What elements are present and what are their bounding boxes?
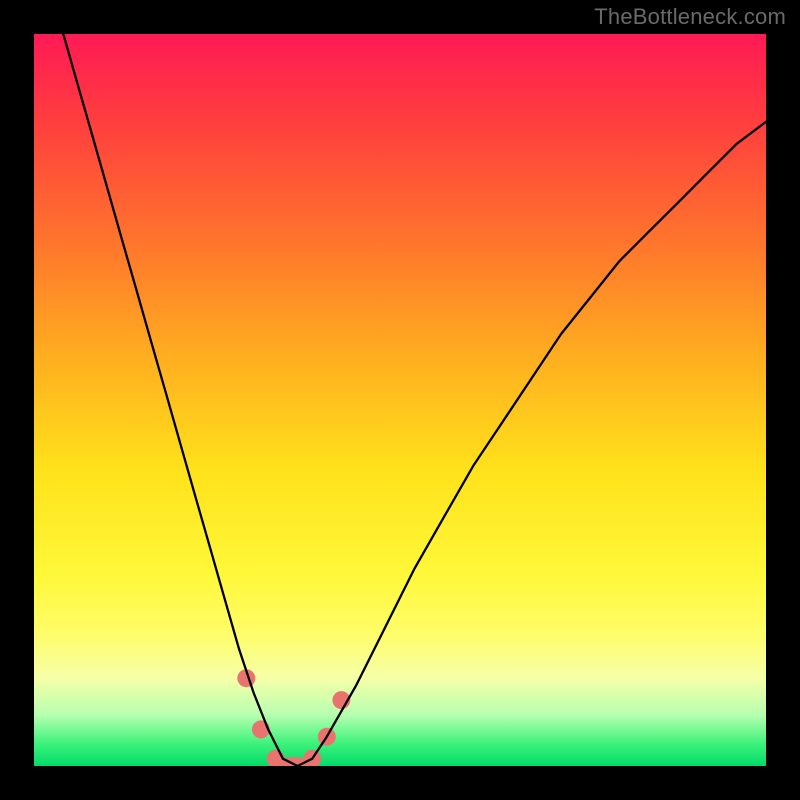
bottleneck-curve-path (63, 34, 766, 766)
markers-group (237, 669, 350, 766)
chart-frame: TheBottleneck.com (0, 0, 800, 800)
watermark-text: TheBottleneck.com (594, 4, 786, 30)
plot-area (34, 34, 766, 766)
curve-svg (34, 34, 766, 766)
